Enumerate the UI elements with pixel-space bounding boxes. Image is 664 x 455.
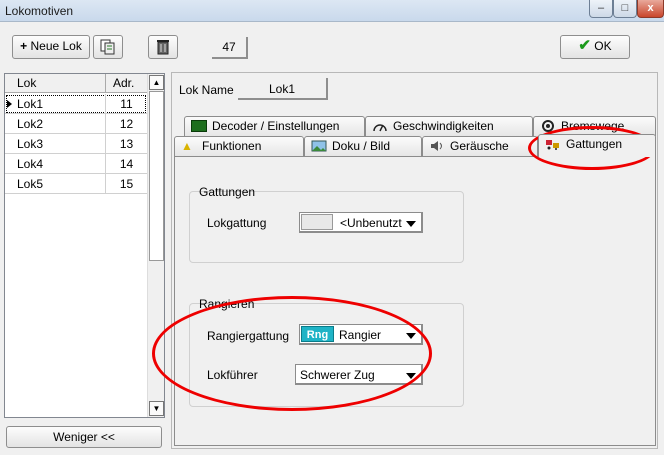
tab-decoder[interactable]: Decoder / Einstellungen <box>184 116 365 136</box>
lok-list[interactable]: Lok Adr. Lok1 11 Lok2 12 Lok3 13 Lok4 14… <box>4 73 165 418</box>
row-name: Lok5 <box>17 177 44 191</box>
row-addr: 15 <box>105 174 147 193</box>
list-row-lok5[interactable]: Lok5 15 <box>5 174 147 194</box>
less-button[interactable]: Weniger << <box>6 426 162 448</box>
copy-button[interactable] <box>93 35 123 59</box>
gattungen-icon <box>546 139 559 150</box>
column-header-lok[interactable]: Lok <box>17 76 36 90</box>
tab-geraeusche[interactable]: Geräusche <box>422 136 538 156</box>
checkmark-icon: ✔ <box>578 37 591 54</box>
maximize-button[interactable]: □ <box>613 0 637 18</box>
trash-icon <box>157 40 169 55</box>
list-row-lok2[interactable]: Lok2 12 <box>5 114 147 134</box>
picture-icon <box>311 140 327 152</box>
tab-geschwindigkeiten-label: Geschwindigkeiten <box>393 119 494 133</box>
tab-funktionen-label: Funktionen <box>202 139 262 153</box>
window-title: Lokomotiven <box>5 4 74 18</box>
tab-doku-bild-label: Doku / Bild <box>332 139 391 153</box>
chevron-down-icon <box>406 221 416 227</box>
minimize-button[interactable]: – <box>589 0 613 18</box>
tab-doku-bild[interactable]: Doku / Bild <box>304 136 422 156</box>
row-addr: 12 <box>105 114 147 133</box>
new-lok-button[interactable]: + Neue Lok <box>12 35 90 59</box>
list-row-lok4[interactable]: Lok4 14 <box>5 154 147 174</box>
ok-button[interactable]: ✔ OK <box>560 35 630 59</box>
highlight-ring-rangieren <box>152 296 432 411</box>
close-button[interactable]: x <box>637 0 664 18</box>
scroll-down-button[interactable]: ▼ <box>149 401 164 416</box>
lokgattung-swatch <box>301 214 333 230</box>
tab-geschwindigkeiten[interactable]: Geschwindigkeiten <box>365 116 533 136</box>
copy-icon <box>100 39 115 55</box>
maximize-icon: □ <box>621 2 629 14</box>
scroll-up-button[interactable]: ▲ <box>149 75 164 90</box>
decoder-chip-icon <box>191 119 207 132</box>
row-addr: 11 <box>105 94 147 113</box>
lokgattung-label: Lokgattung <box>207 216 267 230</box>
column-header-addr[interactable]: Adr. <box>113 76 134 90</box>
new-lok-label: Neue Lok <box>30 39 82 53</box>
row-addr: 14 <box>105 154 147 173</box>
lokgattung-dropdown[interactable]: <Unbenutzt <box>299 212 423 233</box>
tab-funktionen[interactable]: ▲ Funktionen <box>174 136 304 156</box>
minimize-icon: – <box>597 2 605 14</box>
tab-decoder-label: Decoder / Einstellungen <box>212 119 340 133</box>
gattungen-group-title: Gattungen <box>199 185 256 199</box>
light-icon: ▲ <box>181 138 193 153</box>
lok-name-label: Lok Name <box>179 83 234 97</box>
column-divider <box>105 74 106 93</box>
list-header: Lok Adr. <box>5 74 147 93</box>
speaker-icon <box>431 140 442 151</box>
row-name: Lok4 <box>17 157 44 171</box>
tab-geraeusche-label: Geräusche <box>450 139 509 153</box>
row-name: Lok1 <box>17 97 44 111</box>
close-icon: x <box>647 2 654 14</box>
lok-name-field[interactable]: Lok1 <box>238 78 328 100</box>
list-row-lok3[interactable]: Lok3 13 <box>5 134 147 154</box>
lokgattung-value: <Unbenutzt <box>340 216 402 230</box>
title-bar <box>0 0 664 22</box>
current-row-indicator <box>7 100 12 108</box>
speedometer-icon <box>373 124 387 132</box>
row-name: Lok2 <box>17 117 44 131</box>
row-addr: 13 <box>105 134 147 153</box>
row-name: Lok3 <box>17 137 44 151</box>
list-row-lok1[interactable]: Lok1 11 <box>5 94 147 114</box>
scroll-thumb[interactable] <box>149 91 164 261</box>
ok-label: OK <box>594 39 612 53</box>
tab-gattungen[interactable]: Gattungen <box>538 134 656 157</box>
plus-icon: + <box>20 39 28 53</box>
delete-button[interactable] <box>148 35 178 59</box>
tab-gattungen-label: Gattungen <box>566 137 623 151</box>
lok-count: 47 <box>212 37 248 59</box>
